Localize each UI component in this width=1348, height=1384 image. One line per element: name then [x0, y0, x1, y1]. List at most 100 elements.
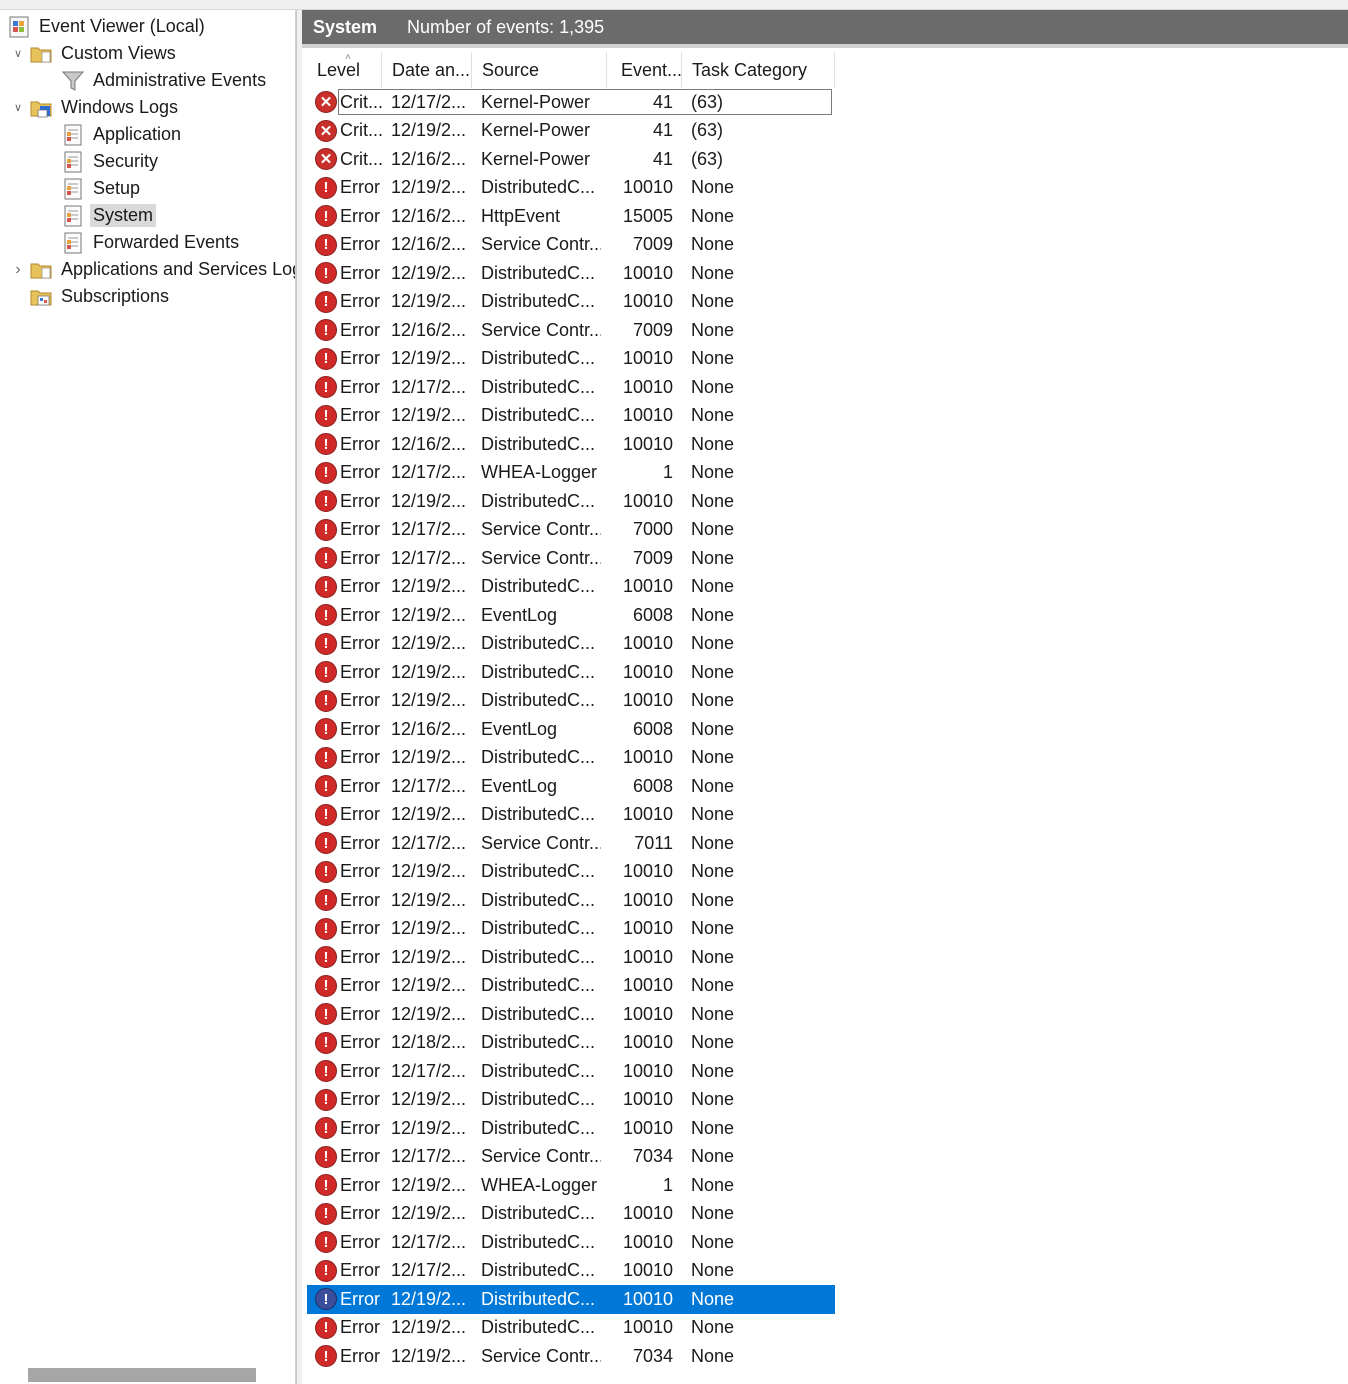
tree-item-subscriptions[interactable]: Subscriptions [10, 283, 172, 310]
error-icon: ! [313, 1257, 339, 1286]
tree-item-application[interactable]: Application [62, 121, 184, 148]
table-row[interactable]: ! Error 12/18/2... DistributedC... 10010 None [307, 1029, 835, 1058]
error-icon: ! [313, 915, 339, 944]
cell-date: 12/18/2... [391, 1032, 467, 1053]
cell-date: 12/19/2... [391, 661, 467, 682]
table-row[interactable]: ! Error 12/19/2... DistributedC... 10010 None [307, 402, 835, 431]
table-row[interactable]: ! Error 12/19/2... DistributedC... 10010 None [307, 886, 835, 915]
table-row[interactable]: ! Error 12/16/2... Service Contr... 7009 None [307, 231, 835, 260]
cell-event-id: 41 [652, 91, 673, 112]
cell-date: 12/17/2... [391, 1146, 467, 1167]
table-row[interactable]: ! Error 12/19/2... DistributedC... 10010 None [307, 1086, 835, 1115]
table-row[interactable]: ! Error 12/17/2... EventLog 6008 None [307, 772, 835, 801]
cell-task-category: None [691, 547, 735, 568]
table-row[interactable]: ! Error 12/19/2... WHEA-Logger 1 None [307, 1171, 835, 1200]
table-row[interactable]: ! Error 12/19/2... DistributedC... 10010 None [307, 972, 835, 1001]
table-row[interactable]: ! Error 12/19/2... DistributedC... 10010 None [307, 345, 835, 374]
chevron-down-icon[interactable]: ∨ [10, 100, 26, 116]
column-header-event-id[interactable]: Event... [607, 52, 682, 88]
table-row[interactable]: ! Error 12/19/2... DistributedC... 10010 None [307, 259, 835, 288]
cell-task-category: (63) [691, 120, 724, 141]
cell-task-category: (63) [691, 148, 724, 169]
table-row[interactable]: ! Error 12/17/2... DistributedC... 10010 None [307, 1257, 835, 1286]
cell-source: Service Contr... [481, 547, 601, 568]
tree-item-custom-views[interactable]: ∨ Custom Views [10, 40, 179, 67]
chevron-down-icon[interactable]: ∨ [10, 46, 26, 62]
table-row[interactable]: ✕ Crit... 12/19/2... Kernel-Power 41 (63) [307, 117, 835, 146]
table-row[interactable]: ! Error 12/19/2... DistributedC... 10010 None [307, 801, 835, 830]
cell-source: DistributedC... [481, 690, 596, 711]
cell-task-category: None [691, 177, 735, 198]
table-row[interactable]: ! Error 12/19/2... DistributedC... 10010 None [307, 858, 835, 887]
tree-item-applications-and-services-logs[interactable]: › Applications and Services Logs [10, 256, 295, 283]
table-row[interactable]: ! Error 12/19/2... DistributedC... 10010 None [307, 687, 835, 716]
table-row[interactable]: ! Error 12/19/2... DistributedC... 10010 None [307, 1114, 835, 1143]
log-icon [62, 232, 84, 254]
table-row[interactable]: ! Error 12/19/2... EventLog 6008 None [307, 601, 835, 630]
table-row[interactable]: ! Error 12/19/2... DistributedC... 10010 None [307, 1200, 835, 1229]
tree-item-windows-logs[interactable]: ∨ Windows Logs [10, 94, 181, 121]
cell-level: Crit... [340, 148, 383, 169]
cell-date: 12/19/2... [391, 918, 467, 939]
error-icon: ! [313, 231, 339, 260]
tree-item-event-viewer-local[interactable]: Event Viewer (Local) [8, 13, 208, 40]
cell-level: Error [340, 1174, 380, 1195]
table-row[interactable]: ! Error 12/16/2... DistributedC... 10010 None [307, 430, 835, 459]
table-row[interactable]: ! Error 12/19/2... DistributedC... 10010 None [307, 744, 835, 773]
navigation-tree[interactable]: Event Viewer (Local) ∨ Custom Views Adminis… [0, 10, 296, 1384]
table-row[interactable]: ! Error 12/19/2... DistributedC... 10010 None [307, 288, 835, 317]
cell-source: WHEA-Logger [481, 1174, 598, 1195]
tree-item-setup[interactable]: Setup [62, 175, 143, 202]
column-header-date[interactable]: Date an... [382, 52, 472, 88]
tree-item-forwarded-events[interactable]: Forwarded Events [62, 229, 242, 256]
column-header-level[interactable]: Level [307, 52, 382, 88]
error-icon: ! [313, 1143, 339, 1172]
table-row[interactable]: ✕ Crit... 12/17/2... Kernel-Power 41 (63) [307, 88, 835, 117]
cell-level: Error [340, 946, 380, 967]
tree-item-label: Security [93, 151, 159, 171]
table-row[interactable]: ! Error 12/19/2... DistributedC... 10010 None [307, 174, 835, 203]
table-row[interactable]: ! Error 12/19/2... DistributedC... 10010 None [307, 487, 835, 516]
cell-level: Error [340, 804, 380, 825]
events-table[interactable]: ˄ Level Date an... Source Event... Task … [307, 52, 1348, 1384]
table-row[interactable]: ! Error 12/17/2... Service Contr... 7000 None [307, 516, 835, 545]
table-row[interactable]: ! Error 12/19/2... DistributedC... 10010 None [307, 658, 835, 687]
table-row[interactable]: ! Error 12/19/2... DistributedC... 10010 None [307, 1000, 835, 1029]
cell-source: EventLog [481, 775, 558, 796]
table-row[interactable]: ! Error 12/17/2... Service Contr... 7009 None [307, 544, 835, 573]
tree-item-label: Administrative Events [93, 70, 267, 90]
cell-level: Error [340, 889, 380, 910]
table-row[interactable]: ! Error 12/17/2... Service Contr... 7034 None [307, 1143, 835, 1172]
error-icon: ! [313, 202, 339, 231]
table-row[interactable]: ! Error 12/16/2... HttpEvent 15005 None [307, 202, 835, 231]
table-row[interactable]: ! Error 12/17/2... DistributedC... 10010 None [307, 1228, 835, 1257]
table-row[interactable]: ! Error 12/19/2... DistributedC... 10010 None [307, 1314, 835, 1343]
table-row[interactable]: ! Error 12/19/2... Service Contr... 7034 None [307, 1342, 835, 1371]
column-header-task-category[interactable]: Task Category [682, 52, 835, 88]
table-row[interactable]: ! Error 12/19/2... DistributedC... 10010 None [307, 943, 835, 972]
cell-level: Error [340, 604, 380, 625]
table-row[interactable]: ! Error 12/19/2... DistributedC... 10010 None [307, 573, 835, 602]
tree-item-security[interactable]: Security [62, 148, 161, 175]
tree-item-system[interactable]: System [62, 202, 157, 229]
chevron-right-icon[interactable]: › [10, 261, 26, 278]
table-row[interactable]: ✕ Crit... 12/16/2... Kernel-Power 41 (63) [307, 145, 835, 174]
table-row[interactable]: ! Error 12/19/2... DistributedC... 10010 None [307, 630, 835, 659]
error-icon: ! [313, 459, 339, 488]
cell-task-category: None [691, 1060, 735, 1081]
cell-level: Error [340, 462, 380, 483]
table-row[interactable]: ! Error 12/17/2... DistributedC... 10010 None [307, 1057, 835, 1086]
table-row[interactable]: ! Error 12/17/2... DistributedC... 10010 None [307, 373, 835, 402]
table-row[interactable]: ! Error 12/16/2... EventLog 6008 None [307, 715, 835, 744]
table-row[interactable]: ! Error 12/16/2... Service Contr... 7009 None [307, 316, 835, 345]
tree-horizontal-scrollbar[interactable] [28, 1368, 256, 1382]
table-row[interactable]: ! Error 12/19/2... DistributedC... 10010 None [307, 915, 835, 944]
tree-item-administrative-events[interactable]: Administrative Events [61, 67, 269, 94]
table-row[interactable]: ! Error 12/19/2... DistributedC... 10010 None [307, 1285, 835, 1314]
table-row[interactable]: ! Error 12/17/2... Service Contr... 7011 None [307, 829, 835, 858]
cell-source: DistributedC... [481, 291, 596, 312]
cell-task-category: None [691, 633, 735, 654]
cell-event-id: 10010 [622, 1231, 673, 1252]
column-header-source[interactable]: Source [472, 52, 607, 88]
table-row[interactable]: ! Error 12/17/2... WHEA-Logger 1 None [307, 459, 835, 488]
